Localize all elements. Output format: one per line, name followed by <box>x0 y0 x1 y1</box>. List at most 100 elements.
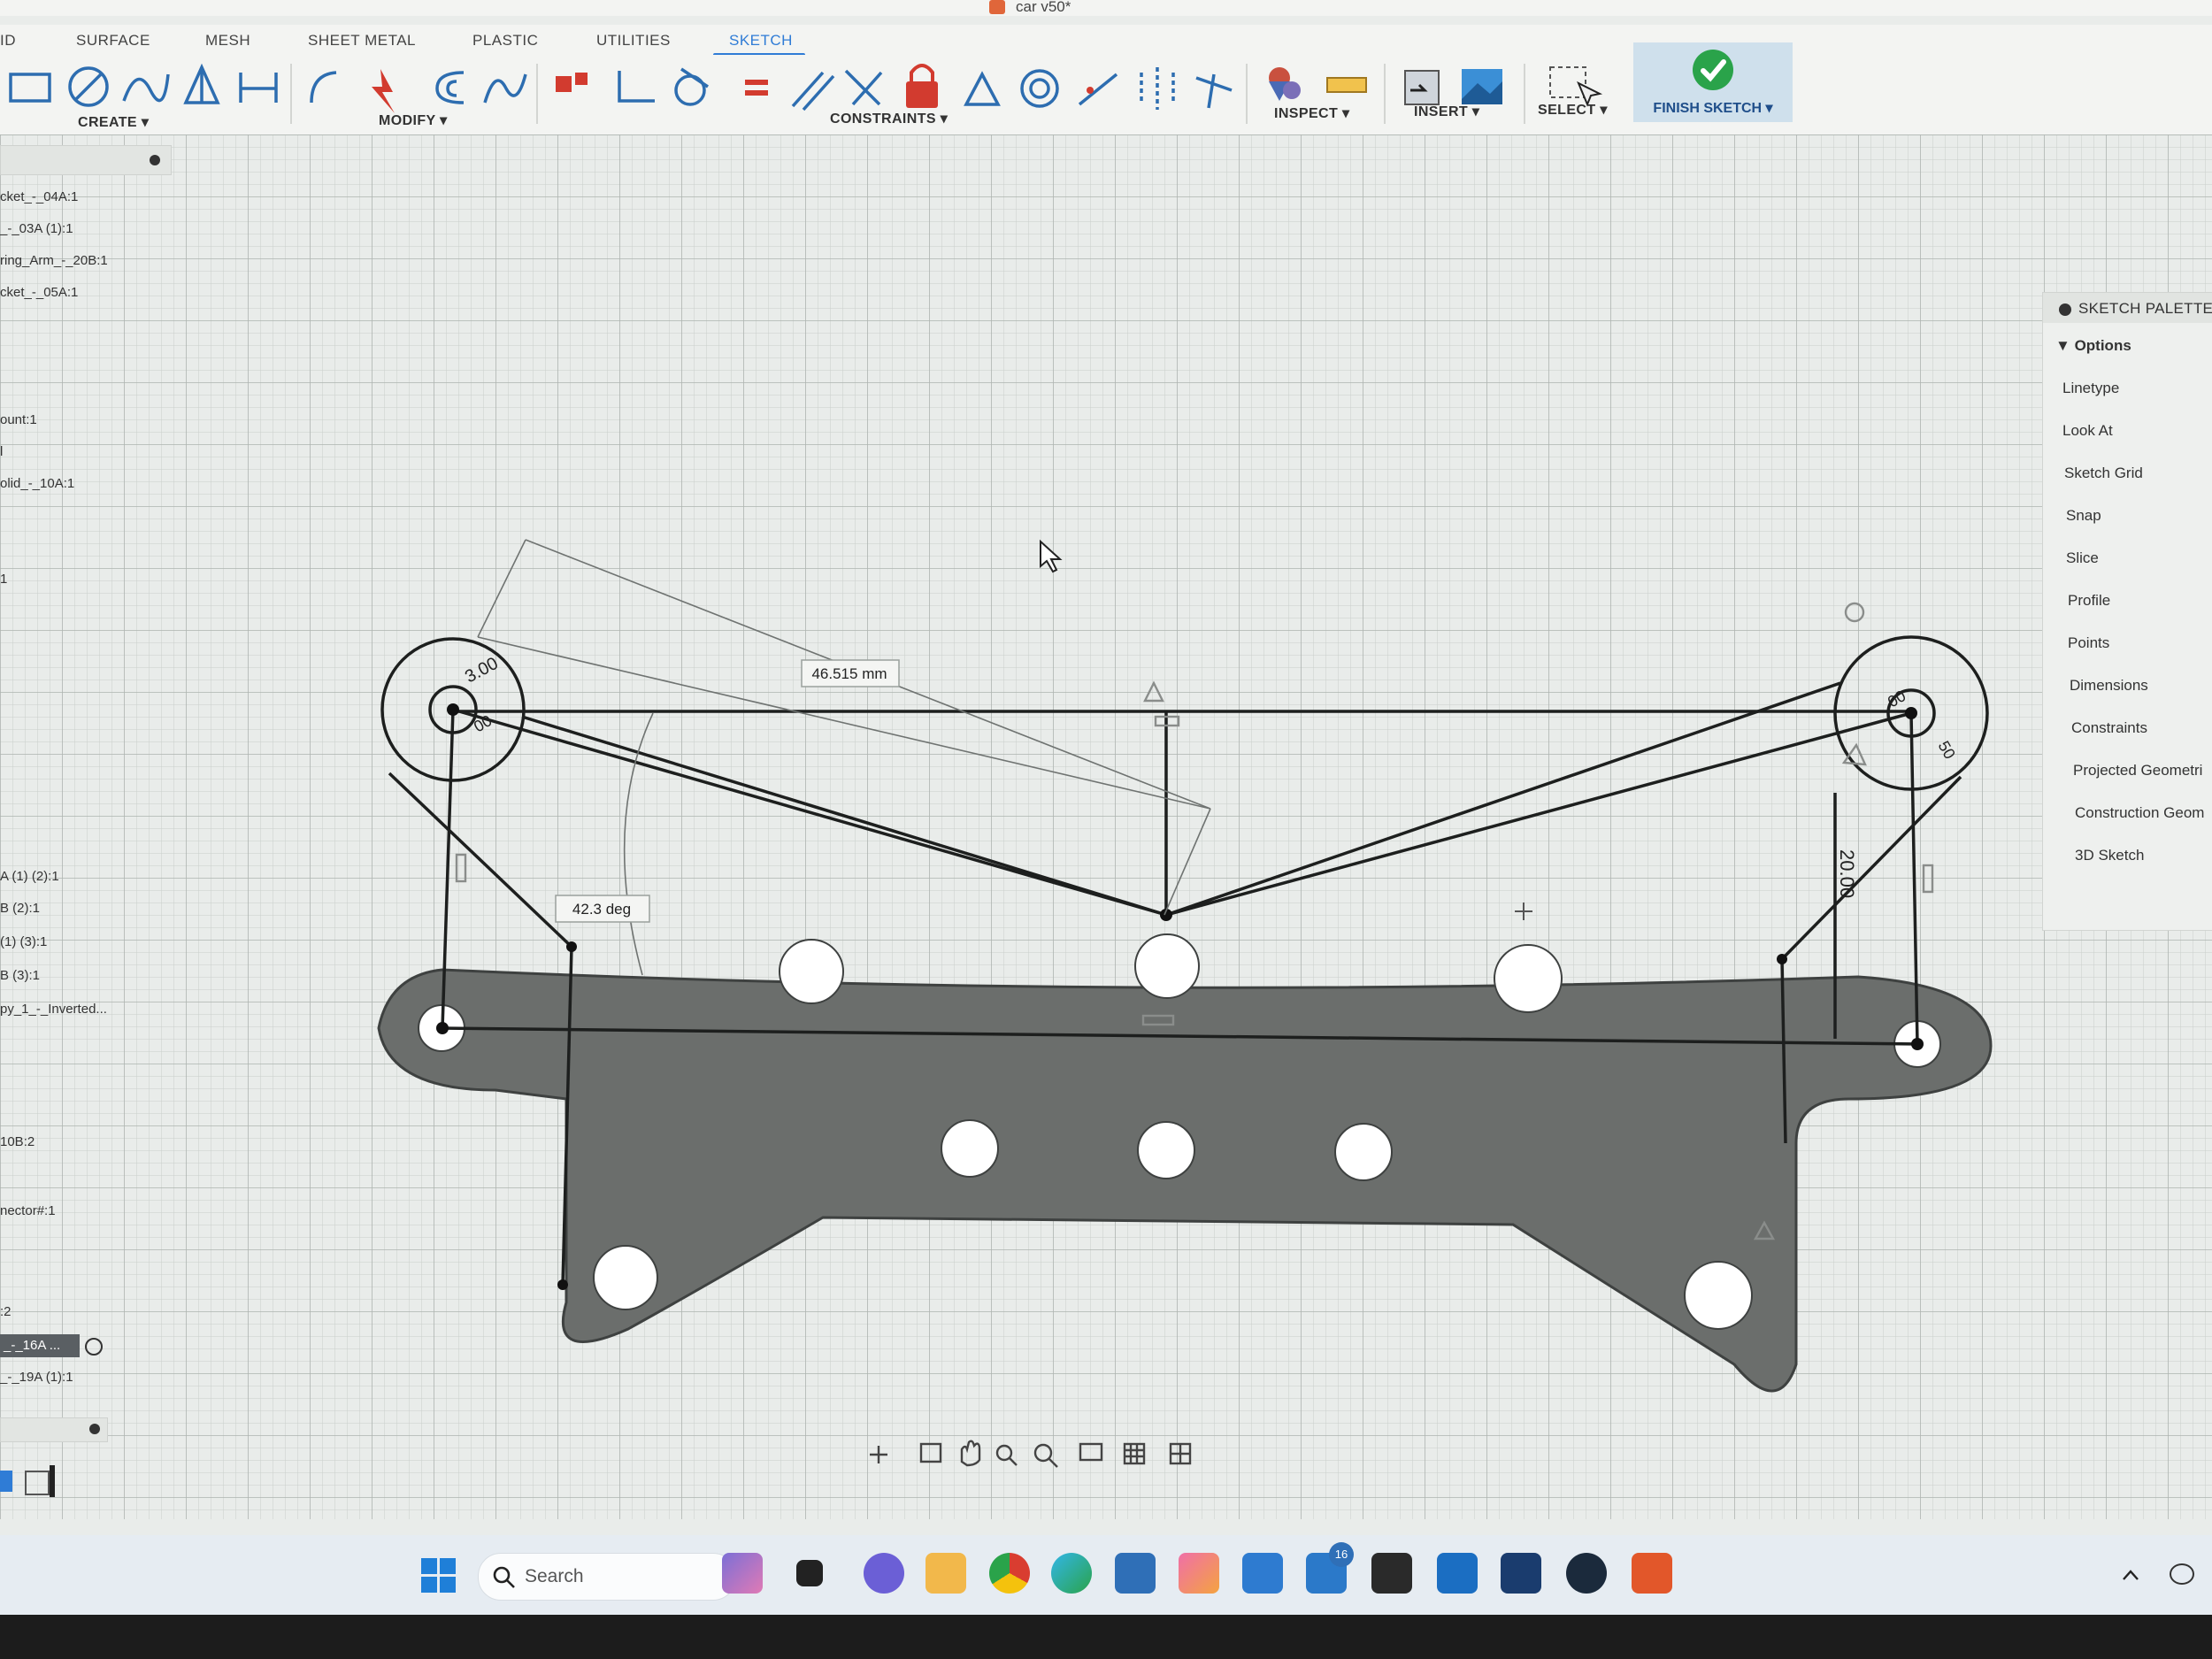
browser-item[interactable]: cket_-_05A:1 <box>0 285 78 300</box>
chat-icon[interactable] <box>864 1553 904 1594</box>
palette-item-linetype[interactable]: Linetype <box>2062 380 2119 397</box>
perpendicular-icon[interactable] <box>618 71 655 103</box>
rectangle-tool-icon[interactable] <box>9 73 51 103</box>
finish-sketch-button[interactable]: FINISH SKETCH ▾ <box>1633 42 1793 122</box>
dimension-tool-icon[interactable] <box>239 73 278 103</box>
browser-item[interactable]: _-_03A (1):1 <box>0 221 73 236</box>
sketch-palette-header[interactable]: SKETCH PALETTE <box>2043 293 2212 323</box>
midpoint-icon[interactable] <box>1078 73 1118 106</box>
browser-item-selected[interactable]: _-_16A ... <box>0 1334 80 1357</box>
palette-item-points[interactable]: Points <box>2068 634 2109 652</box>
browser-item[interactable]: olid_-_10A:1 <box>0 476 74 491</box>
browser-item[interactable]: B (2):1 <box>0 901 40 916</box>
look-at-icon[interactable] <box>919 1442 942 1463</box>
angle-dimension-text[interactable]: 42.3 deg <box>572 901 631 918</box>
zoom-icon[interactable] <box>995 1444 1013 1462</box>
triangle-constraint-icon[interactable] <box>964 71 1001 106</box>
spline-tool-icon[interactable] <box>122 73 170 103</box>
palette-item-construction-geometry[interactable]: Construction Geom <box>2075 804 2204 822</box>
insert-menu[interactable]: INSERT ▾ <box>1414 103 1479 120</box>
palette-item-slice[interactable]: Slice <box>2066 549 2099 567</box>
display-settings-icon[interactable] <box>1079 1442 1103 1462</box>
collapse-icon[interactable] <box>150 155 160 165</box>
app-s-icon[interactable] <box>1501 1553 1541 1594</box>
task-view-icon[interactable] <box>796 1560 823 1586</box>
pan-icon[interactable] <box>960 1440 981 1467</box>
zoom-window-icon[interactable] <box>1033 1443 1053 1463</box>
photos-icon[interactable] <box>1179 1553 1219 1594</box>
browser-header[interactable] <box>0 145 172 175</box>
timeline-sketch-icon[interactable] <box>25 1471 50 1495</box>
browser-item[interactable]: 10B:2 <box>0 1134 35 1149</box>
modify-menu[interactable]: MODIFY ▾ <box>379 111 448 129</box>
comments-header[interactable] <box>0 1417 108 1442</box>
browser-item[interactable]: (1) (3):1 <box>0 934 47 949</box>
palette-item-snap[interactable]: Snap <box>2066 507 2101 525</box>
tab-surface[interactable]: SURFACE <box>76 32 150 50</box>
collinear-icon[interactable] <box>844 69 881 106</box>
tab-sketch[interactable]: SKETCH <box>729 32 793 50</box>
parallel-icon[interactable] <box>791 71 825 108</box>
steam-icon[interactable] <box>1566 1553 1607 1594</box>
palette-item-sketch-grid[interactable]: Sketch Grid <box>2064 465 2143 482</box>
outlook-icon[interactable] <box>1437 1553 1478 1594</box>
browser-item[interactable]: 1 <box>0 572 7 587</box>
browser-item[interactable]: cket_-_04A:1 <box>0 189 78 204</box>
palette-item-dimensions[interactable]: Dimensions <box>2070 677 2148 695</box>
tab-sheet-metal[interactable]: SHEET METAL <box>308 32 416 50</box>
chevron-up-icon[interactable] <box>2122 1569 2139 1581</box>
fix-icon[interactable] <box>1195 73 1233 109</box>
taskbar-search[interactable]: Search <box>478 1553 736 1601</box>
add-icon[interactable] <box>89 1424 100 1434</box>
options-section[interactable]: ▼ Options <box>2055 337 2131 355</box>
app-c-icon[interactable] <box>1242 1553 1283 1594</box>
browser-item[interactable]: B (3):1 <box>0 968 40 983</box>
grid-settings-icon[interactable] <box>1123 1442 1146 1465</box>
tab-mesh[interactable]: MESH <box>205 32 250 50</box>
concentric-icon[interactable] <box>1020 69 1059 108</box>
browser-item[interactable]: _-_19A (1):1 <box>0 1370 73 1385</box>
app-mp-icon[interactable] <box>1371 1553 1412 1594</box>
offset-tool-icon[interactable] <box>435 71 465 104</box>
fillet-tool-icon[interactable] <box>310 71 337 104</box>
equal-icon[interactable] <box>745 80 768 85</box>
palette-item-3d-sketch[interactable]: 3D Sketch <box>2075 847 2144 864</box>
edge-icon[interactable] <box>1051 1553 1092 1594</box>
browser-item[interactable]: ring_Arm_-_20B:1 <box>0 253 108 268</box>
browser-item[interactable]: l <box>0 444 3 459</box>
browser-item[interactable]: nector#:1 <box>0 1203 56 1218</box>
sketch-canvas[interactable]: 46.515 mm 42.3 deg 3.00 00 00 50 20.00 <box>0 134 2212 1519</box>
create-menu[interactable]: CREATE ▾ <box>78 113 149 131</box>
store-icon[interactable] <box>1115 1553 1156 1594</box>
length-dimension-text[interactable]: 46.515 mm <box>811 665 887 682</box>
vertical-dimension-text[interactable]: 20.00 <box>1836 849 1858 898</box>
coincident-icon[interactable] <box>556 76 572 92</box>
measure-icon[interactable] <box>1326 77 1367 93</box>
curve-tool-icon[interactable] <box>483 73 527 104</box>
palette-item-projected-geometry[interactable]: Projected Geometri <box>2073 762 2202 780</box>
browser-item[interactable]: :2 <box>0 1304 12 1319</box>
palette-item-profile[interactable]: Profile <box>2068 592 2110 610</box>
palette-item-constraints[interactable]: Constraints <box>2071 719 2147 737</box>
browser-item[interactable]: py_1_-_Inverted... <box>0 1002 107 1017</box>
tab-utilities[interactable]: UTILITIES <box>596 32 671 50</box>
tray-icon[interactable] <box>2170 1563 2194 1585</box>
file-explorer-icon[interactable] <box>926 1553 966 1594</box>
widgets-icon[interactable] <box>722 1553 763 1594</box>
browser-item[interactable]: A (1) (2):1 <box>0 869 59 884</box>
select-icon[interactable] <box>1549 66 1586 98</box>
browser-item[interactable]: ount:1 <box>0 412 37 427</box>
lock-icon[interactable] <box>906 81 938 108</box>
trim-tool-icon[interactable] <box>372 69 395 113</box>
constraints-menu[interactable]: CONSTRAINTS ▾ <box>830 110 948 127</box>
collapse-icon[interactable] <box>2059 303 2071 316</box>
windows-start-icon[interactable] <box>421 1558 457 1594</box>
symmetry-icon[interactable] <box>1140 67 1175 110</box>
visibility-icon[interactable] <box>85 1338 103 1356</box>
tab-plastic[interactable]: PLASTIC <box>472 32 538 50</box>
timeline-feature-icon[interactable] <box>0 1471 12 1492</box>
fusion-360-icon[interactable] <box>1632 1553 1672 1594</box>
tab-solid[interactable]: ID <box>0 32 16 50</box>
orbit-icon[interactable] <box>870 1446 887 1463</box>
timeline-marker-icon[interactable] <box>50 1465 55 1497</box>
